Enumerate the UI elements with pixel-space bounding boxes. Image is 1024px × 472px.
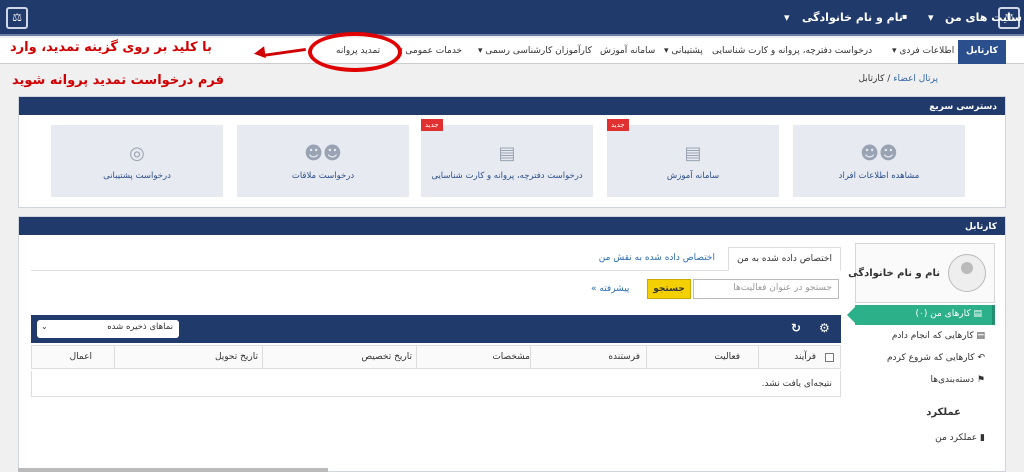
profile-name: نام و نام خانوادگی (848, 268, 940, 279)
logo-icon[interactable]: ⚖ (6, 7, 28, 29)
breadcrumb-current: کارتابل (858, 74, 885, 84)
nav-public-services[interactable]: خدمات عمومی ▾ (398, 46, 462, 56)
nav-license-request[interactable]: درخواست دفترچه، پروانه و کارت شناسایی (712, 46, 872, 56)
tile-meeting-request[interactable]: ☻☻ درخواست ملاقات (237, 125, 409, 197)
gear-icon[interactable]: ⚙ (819, 321, 830, 335)
advanced-search-link[interactable]: پیشرفته » (591, 284, 629, 294)
breadcrumb: پرتال اعضاء / کارتابل (858, 74, 938, 84)
annotation-line-2: فرم درخواست تمدید پروانه شوید (12, 73, 224, 88)
tile-training-system[interactable]: جدید ▤ سامانه آموزش (607, 119, 779, 197)
table-row: نتیجه‌ای یافت نشد. (31, 371, 841, 397)
tile-license-request[interactable]: جدید ▤ درخواست دفترچه، پروانه و کارت شنا… (421, 119, 593, 197)
side-my-performance[interactable]: ▮ عملکرد من (855, 429, 995, 449)
nav-kartabl[interactable]: کارتابل (958, 40, 1006, 64)
tile-label: درخواست ملاقات (291, 171, 355, 181)
breadcrumb-root[interactable]: پرتال اعضاء (893, 74, 938, 84)
chevron-down-icon: ⌄ (41, 322, 48, 331)
col-process: فرآیند (794, 352, 816, 362)
nav-support[interactable]: پشتیبانی ▾ (664, 46, 703, 56)
nav-training[interactable]: سامانه آموزش (600, 46, 655, 56)
nav-trainees[interactable]: کارآموزان کارشناسی رسمی ▾ (478, 46, 592, 56)
search-button[interactable]: جستجو (647, 279, 691, 299)
profile-card: نام و نام خانوادگی (848, 243, 995, 303)
highlight-ellipse (308, 32, 402, 72)
col-assign-date: تاریخ تخصیص (361, 352, 412, 362)
search-input[interactable]: جستجو در عنوان فعالیت‌ها (693, 279, 839, 299)
refresh-icon[interactable]: ↻ (791, 321, 801, 335)
my-sites-caret[interactable]: ▾ (928, 11, 934, 24)
my-sites-menu[interactable]: سایت های من (945, 11, 1022, 24)
book-icon: ▤ (498, 143, 516, 164)
annotation-line-1: با کلید بر روی گزینه تمدید، وارد (10, 40, 212, 55)
tile-label: درخواست دفترچه، پروانه و کارت شناسایی (431, 171, 583, 181)
avatar (948, 254, 986, 292)
quick-access-title: دسترسی سریع (19, 97, 1005, 115)
tile-label: مشاهده اطلاعات افراد (838, 171, 920, 181)
performance-title: عملکرد (926, 407, 961, 418)
col-activity: فعالیت (714, 352, 740, 362)
select-all-checkbox[interactable] (825, 353, 834, 362)
kartabl-panel: کارتابل نام و نام خانوادگی ▤ کارهای من (… (18, 216, 1006, 472)
tile-label: سامانه آموزش (666, 171, 720, 181)
table-header: فرآیند فعالیت فرستنده مشخصات تاریخ تخصیص… (31, 345, 841, 369)
users-icon: ☻☻ (860, 143, 898, 164)
horizontal-scrollbar[interactable] (18, 468, 328, 472)
user-name-caret[interactable]: ▾ (784, 11, 790, 24)
user-name[interactable]: نام و نام خانوادگی (802, 11, 903, 24)
separator-icon: ▪ (902, 12, 908, 21)
side-my-tasks[interactable]: ▤ کارهای من (۰) (847, 305, 995, 325)
lifebuoy-icon: ◎ (129, 143, 145, 164)
saved-views-select[interactable]: نماهای ذخیره شده ⌄ (37, 320, 179, 338)
no-results-text: نتیجه‌ای یافت نشد. (761, 379, 832, 389)
tile-support-request[interactable]: ◎ درخواست پشتیبانی (51, 125, 223, 197)
tab-assigned-to-role[interactable]: اختصاص داده شده به نقش من (591, 247, 723, 271)
new-badge: جدید (607, 119, 629, 131)
col-details: مشخصات (492, 352, 530, 362)
task-tabs: اختصاص داده شده به من اختصاص داده شده به… (31, 247, 841, 271)
arrow-icon (253, 46, 266, 60)
tile-view-people[interactable]: ☻☻ مشاهده اطلاعات افراد (793, 125, 965, 197)
tab-assigned-to-me[interactable]: اختصاص داده شده به من (728, 247, 841, 271)
col-due-date: تاریخ تحویل (214, 352, 258, 362)
users-icon: ☻☻ (304, 143, 342, 164)
side-done-tasks[interactable]: ▤ کارهایی که انجام دادم (855, 327, 995, 347)
tile-label: درخواست پشتیبانی (103, 171, 171, 181)
top-bar: ⚖ ⚖ ▾ نام و نام خانوادگی ▪ ▾ سایت های من (0, 0, 1024, 36)
nav-personal-info[interactable]: اطلاعات فردی ▾ (892, 46, 954, 56)
table-toolbar: نماهای ذخیره شده ⌄ ↻ ⚙ (31, 315, 841, 343)
side-started-tasks[interactable]: ↶ کارهایی که شروع کردم (855, 349, 995, 369)
breadcrumb-separator: / (887, 74, 891, 84)
side-categories[interactable]: ⚑ دسته‌بندی‌ها (855, 371, 995, 391)
quick-access-panel: دسترسی سریع ☻☻ مشاهده اطلاعات افراد جدید… (18, 96, 1006, 208)
book-icon: ▤ (684, 143, 702, 164)
col-actions: اعمال (69, 352, 92, 362)
kartabl-title: کارتابل (19, 217, 1005, 235)
col-sender: فرستنده (608, 352, 640, 362)
new-badge: جدید (421, 119, 443, 131)
